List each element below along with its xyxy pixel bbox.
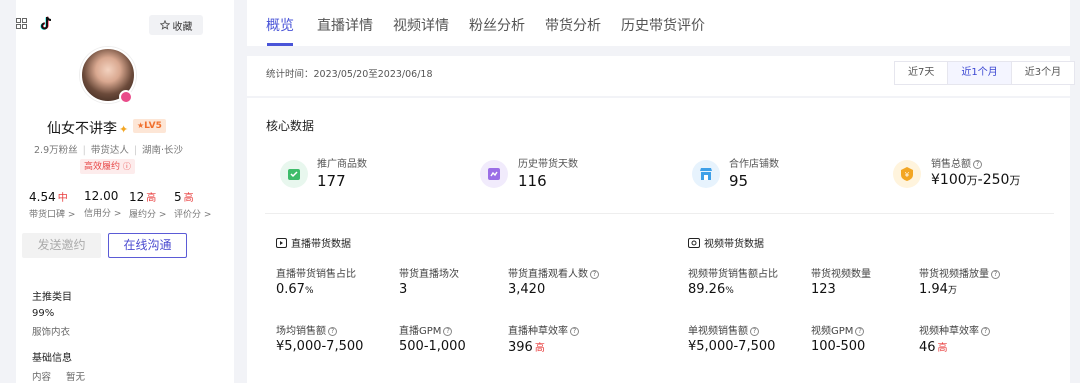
live-gpm-value: 500-1,000	[399, 339, 466, 354]
video-gpm-label: 视频GPM?	[811, 322, 865, 337]
products-icon	[280, 160, 308, 188]
video-plays-value: 1.94万	[919, 282, 957, 297]
avg-sales-label: 场均销售额?	[276, 322, 337, 337]
live-viewers-value: 3,420	[508, 282, 546, 297]
video-seeding-label: 视频种草效率?	[919, 322, 990, 337]
score-fulfillment[interactable]: 12 高 履约分 >	[129, 189, 166, 220]
range-7d[interactable]: 近7天	[895, 62, 947, 84]
live-gpm-label: 直播GPM?	[399, 322, 453, 337]
score-reputation[interactable]: 4.54 中 带货口碑 >	[29, 189, 75, 220]
favorite-label: 收藏	[172, 21, 193, 33]
basic-info-label: 内容	[32, 372, 52, 383]
kpi-stores-value: 95	[729, 172, 749, 190]
date-range-selector: 近7天 近1个月 近3个月	[894, 61, 1076, 85]
kpi-days-value: 116	[518, 172, 547, 190]
main-category-name: 服饰内衣	[32, 327, 71, 338]
help-icon[interactable]: ?	[328, 327, 337, 336]
video-icon	[688, 237, 700, 248]
kpi-products-label: 推广商品数	[317, 159, 367, 170]
tab-sales-analysis[interactable]: 带货分析	[545, 15, 601, 35]
store-icon	[692, 160, 720, 188]
fulfillment-tag: 高效履约 ⓘ	[80, 159, 135, 174]
grid-icon[interactable]	[16, 18, 27, 29]
help-icon[interactable]: ?	[570, 327, 579, 336]
video-section-title: 视频带货数据	[688, 235, 764, 250]
sales-icon: ¥	[893, 160, 921, 188]
live-seeding-label: 直播种草效率?	[508, 322, 579, 337]
tab-video-details[interactable]: 视频详情	[393, 15, 449, 35]
kpi-products-value: 177	[317, 172, 346, 190]
tiktok-icon	[40, 16, 52, 30]
tab-sales-reviews[interactable]: 历史带货评价	[621, 15, 705, 35]
video-gpm-value: 100-500	[811, 339, 866, 354]
star-icon	[159, 20, 170, 30]
play-icon	[276, 237, 287, 248]
kpi-days-label: 历史带货天数	[518, 159, 578, 170]
tab-fan-analysis[interactable]: 粉丝分析	[469, 15, 525, 35]
live-section-title: 直播带货数据	[276, 235, 351, 250]
video-seeding-value: 46 高	[919, 340, 948, 355]
favorite-button[interactable]: 收藏	[149, 15, 203, 35]
help-icon[interactable]: ?	[991, 270, 1000, 279]
score-credit[interactable]: 12.00 信用分 >	[84, 189, 121, 219]
main-category-pct: 99%	[32, 308, 55, 319]
video-count-value: 123	[811, 282, 836, 297]
help-icon[interactable]: ?	[443, 327, 453, 336]
range-3m[interactable]: 近3个月	[1010, 62, 1074, 84]
tab-live-details[interactable]: 直播详情	[317, 15, 373, 35]
live-viewers-label: 带货直播观看人数?	[508, 265, 599, 280]
help-icon[interactable]: ?	[590, 270, 599, 279]
live-seeding-value: 396 高	[508, 340, 545, 355]
kpi-sales-label: 销售总额?	[931, 155, 982, 170]
per-video-sales-label: 单视频销售额?	[688, 322, 759, 337]
core-data-title: 核心数据	[266, 119, 315, 133]
range-1m[interactable]: 近1个月	[947, 62, 1011, 84]
kpi-sales-value: ¥100万-250万	[931, 172, 1021, 188]
active-tab-indicator	[267, 43, 293, 46]
streamer-name: 仙女不讲李 ✦	[47, 121, 129, 137]
online-chat-button[interactable]: 在线沟通	[108, 233, 187, 258]
stats-time: 统计时间：2023/05/20至2023/06/18	[266, 69, 433, 80]
main-category-title: 主推类目	[32, 292, 72, 303]
video-sales-share-value: 89.26%	[688, 282, 734, 297]
send-invite-button[interactable]: 发送邀约	[22, 233, 101, 258]
avg-sales-value: ¥5,000-7,500	[276, 339, 364, 354]
video-count-label: 带货视频数量	[811, 269, 871, 280]
help-icon[interactable]: ?	[981, 327, 990, 336]
tab-overview[interactable]: 概览	[266, 15, 294, 35]
live-sessions-value: 3	[399, 282, 408, 297]
section-divider	[265, 213, 1054, 214]
kpi-stores-label: 合作店铺数	[729, 159, 779, 170]
basic-info-value: 暂无	[66, 372, 86, 383]
days-icon	[480, 160, 508, 188]
help-icon[interactable]: ?	[855, 327, 865, 336]
level-badge: ★LV5	[133, 119, 166, 133]
profile-meta: 2.9万粉丝 | 带货达人 | 湖南·长沙	[34, 145, 184, 156]
help-icon[interactable]: ?	[750, 327, 759, 336]
score-review[interactable]: 5高 评价分 >	[174, 189, 211, 220]
live-sales-share-value: 0.67%	[276, 282, 314, 297]
video-plays-label: 带货视频播放量?	[919, 265, 1000, 280]
video-sales-share-label: 视频带货销售额占比	[688, 269, 778, 280]
basic-info-title: 基础信息	[32, 353, 72, 364]
live-badge-icon	[119, 90, 133, 104]
live-sales-share-label: 直播带货销售占比	[276, 269, 356, 280]
help-icon[interactable]: ?	[973, 160, 982, 169]
verified-icon: ✦	[119, 123, 129, 136]
per-video-sales-value: ¥5,000-7,500	[688, 339, 776, 354]
live-sessions-label: 带货直播场次	[399, 269, 459, 280]
svg-text:¥: ¥	[905, 171, 910, 179]
